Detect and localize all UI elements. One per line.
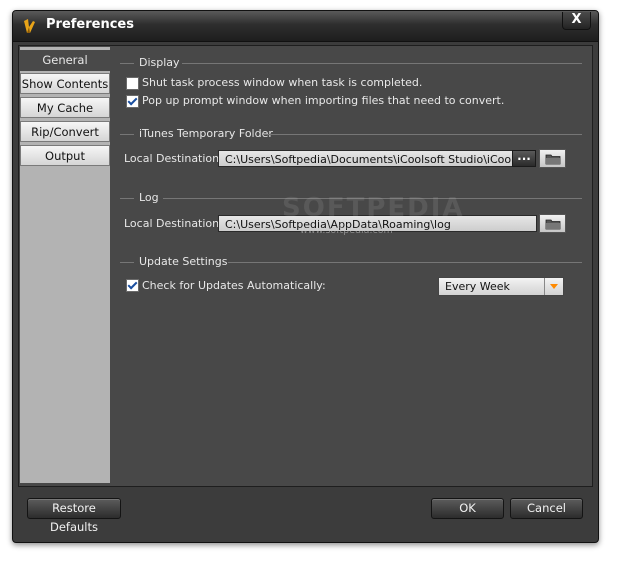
ok-button[interactable]: OK [431, 498, 504, 519]
sidebar-nav: General Show Contents My Cache Rip/Conve… [20, 47, 110, 483]
update-frequency-select[interactable]: Every Week [438, 277, 564, 296]
folder-icon [545, 219, 561, 230]
popup-prompt-checkbox[interactable] [126, 95, 139, 108]
itunes-browse-button[interactable] [539, 149, 566, 168]
more-options-button[interactable]: ... [512, 150, 536, 167]
auto-update-label: Check for Updates Automatically: [142, 279, 326, 292]
display-section-title: Display [139, 56, 180, 69]
update-frequency-value: Every Week [445, 280, 510, 293]
popup-prompt-label: Pop up prompt window when importing file… [142, 94, 505, 107]
divider [120, 63, 134, 64]
divider [263, 134, 582, 135]
tab-output[interactable]: Output [20, 145, 110, 166]
title-bar[interactable]: Preferences X [13, 11, 598, 42]
tab-my-cache[interactable]: My Cache [20, 97, 110, 118]
window-title: Preferences [46, 17, 134, 32]
tab-general[interactable]: General [20, 50, 110, 71]
chevron-down-icon[interactable] [544, 278, 563, 295]
shut-task-window-checkbox[interactable] [126, 77, 139, 90]
cancel-button[interactable]: Cancel [510, 498, 583, 519]
itunes-path-field[interactable]: C:\Users\Softpedia\Documents\iCoolsoft S… [218, 150, 513, 167]
log-section-title: Log [139, 191, 159, 204]
divider [228, 262, 582, 263]
preferences-panel: General Show Contents My Cache Rip/Conve… [18, 45, 593, 487]
divider [120, 262, 134, 263]
divider [120, 134, 134, 135]
watermark-logo: SOFTPEDIA [282, 193, 465, 223]
close-button[interactable]: X [562, 12, 591, 30]
log-destination-label: Local Destination: [124, 217, 223, 230]
log-browse-button[interactable] [539, 214, 566, 233]
preferences-window: Preferences X General Show Contents My C… [12, 10, 599, 543]
shut-task-window-label: Shut task process window when task is co… [142, 76, 423, 89]
auto-update-checkbox[interactable] [126, 279, 139, 292]
settings-content: Display Shut task process window when ta… [112, 47, 590, 483]
watermark-url: www.softpedia.com [300, 225, 393, 236]
tab-rip-convert[interactable]: Rip/Convert [20, 121, 110, 142]
itunes-destination-label: Local Destination: [124, 152, 223, 165]
app-logo-icon [24, 19, 35, 33]
itunes-section-title: iTunes Temporary Folder [139, 127, 273, 140]
divider [120, 198, 134, 199]
divider [182, 63, 582, 64]
tab-show-contents[interactable]: Show Contents [20, 73, 110, 94]
update-section-title: Update Settings [139, 255, 228, 268]
folder-icon [545, 154, 561, 165]
restore-defaults-button[interactable]: Restore Defaults [27, 498, 121, 534]
